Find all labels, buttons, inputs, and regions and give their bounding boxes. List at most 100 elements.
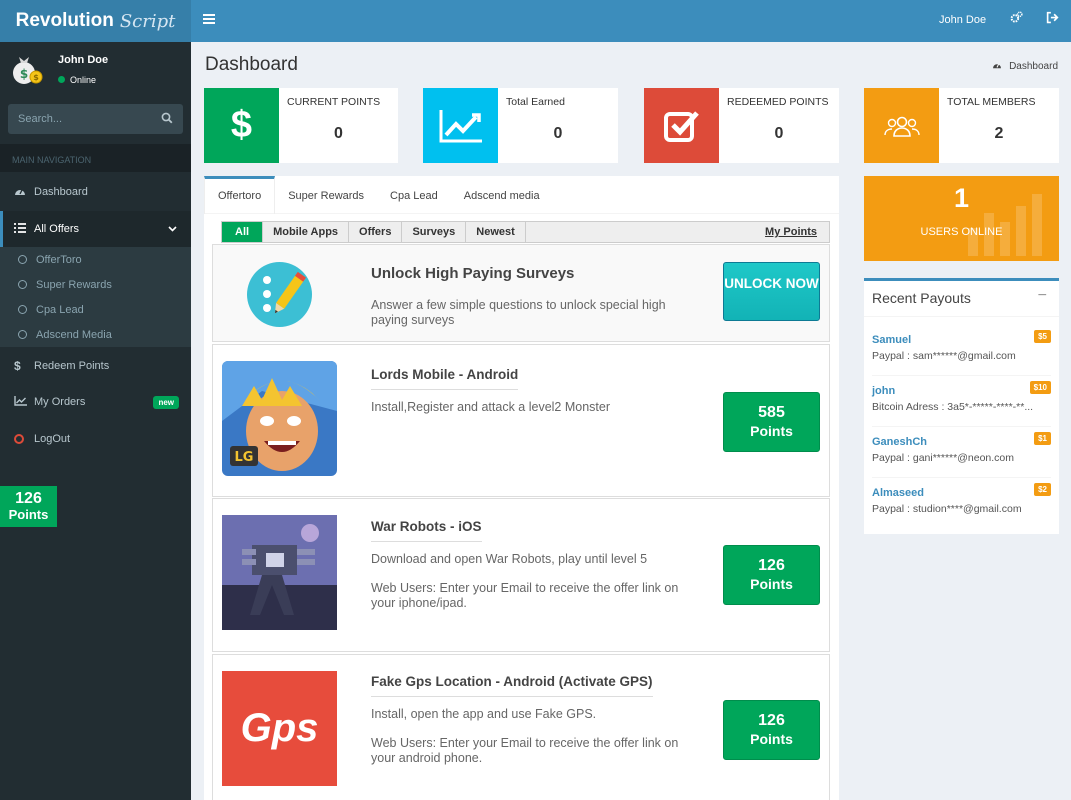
offer-description: Install, open the app and use Fake GPS. — [371, 707, 597, 721]
payout-item: Almaseed $2 Paypal : studion****@gmail.c… — [872, 478, 1051, 529]
unlock-now-button[interactable]: UNLOCK NOW — [723, 262, 820, 321]
offer-card: LG Lords Mobile - Android Install,Regist… — [212, 344, 830, 497]
my-points-link[interactable]: My Points — [765, 226, 817, 238]
payout-name[interactable]: GaneshCh — [872, 436, 927, 448]
points-label: Points — [8, 507, 49, 522]
brand-italic: Script — [119, 10, 176, 32]
offer-thumbnail[interactable]: LG — [222, 361, 337, 476]
offer-points-value: 585 — [758, 404, 785, 421]
stat-value: 2 — [994, 125, 1004, 142]
sidebar-item-label: My Orders — [34, 396, 86, 408]
payout-detail: Paypal : sam******@gmail.com — [872, 350, 1016, 362]
sign-out-icon[interactable] — [1046, 11, 1059, 27]
submenu-item-cpa-lead[interactable]: Cpa Lead — [0, 297, 191, 322]
tab-offertoro[interactable]: Offertoro — [204, 176, 276, 214]
circle-icon — [18, 255, 27, 264]
offer-thumbnail-text: Gps — [240, 706, 319, 750]
tab-cpa-lead[interactable]: Cpa Lead — [377, 176, 451, 214]
submenu-item-super-rewards[interactable]: Super Rewards — [0, 272, 191, 297]
filter-surveys-button[interactable]: Surveys — [402, 222, 467, 242]
submenu-item-adscend-media[interactable]: Adscend Media — [0, 322, 191, 347]
users-online-label: USERS ONLINE — [920, 226, 1003, 238]
sidebar-item-label: Dashboard — [34, 186, 88, 198]
sidebar-item-dashboard[interactable]: Dashboard — [0, 174, 191, 210]
circle-icon — [18, 305, 27, 314]
stat-value: 0 — [553, 125, 563, 142]
sidebar-item-logout[interactable]: LogOut — [0, 421, 191, 457]
list-icon — [14, 222, 34, 236]
recent-payouts-box: Recent Payouts − Samuel $5 Paypal : sam**… — [864, 278, 1059, 534]
payout-amount: $2 — [1034, 483, 1051, 496]
sidebar-points-badge: 126 Points — [0, 486, 57, 527]
filter-all-button[interactable]: All — [222, 222, 264, 242]
breadcrumb-label: Dashboard — [1009, 61, 1058, 72]
brand-bold: Revolution — [15, 10, 114, 31]
sidebar-search — [8, 104, 183, 134]
circle-icon — [18, 280, 27, 289]
breadcrumb[interactable]: Dashboard — [992, 61, 1058, 72]
user-status-text: Online — [70, 75, 97, 85]
filter-newest-button[interactable]: Newest — [466, 222, 526, 242]
submenu-item-offertoro[interactable]: OfferToro — [0, 247, 191, 272]
offer-tabs: Offertoro Super Rewards Cpa Lead Adscend… — [204, 176, 839, 214]
offer-title: Lords Mobile - Android — [371, 367, 519, 390]
sidebar-item-label: Redeem Points — [34, 360, 110, 372]
stat-label: CURRENT POINTS — [287, 96, 381, 108]
sidebar-item-all-offers[interactable]: All Offers — [0, 211, 191, 247]
offer-points-button[interactable]: 585 Points — [723, 392, 820, 452]
submenu-label: OfferToro — [36, 253, 82, 266]
new-badge: new — [153, 395, 179, 409]
payout-detail: Bitcoin Adress : 3a5*-*****-****-**... — [872, 401, 1034, 413]
user-avatar: $ $ — [10, 52, 44, 86]
payout-amount: $5 — [1034, 330, 1051, 343]
sidebar-item-my-orders[interactable]: My Orders new — [0, 384, 191, 420]
sidebar-item-redeem-points[interactable]: $ Redeem Points — [0, 348, 191, 384]
payout-amount: $10 — [1029, 381, 1051, 394]
brand-logo[interactable]: Revolution Script — [0, 0, 191, 42]
filter-offers-button[interactable]: Offers — [349, 222, 403, 242]
stat-total-earned: Total Earned 0 — [423, 88, 618, 163]
svg-text:LG: LG — [235, 450, 254, 465]
submenu-label: Cpa Lead — [36, 303, 84, 316]
payout-name[interactable]: Samuel — [872, 334, 911, 346]
tab-super-rewards[interactable]: Super Rewards — [275, 176, 377, 214]
svg-text:$: $ — [20, 67, 28, 81]
filter-mobile-apps-button[interactable]: Mobile Apps — [263, 222, 350, 242]
offers-panel: Offertoro Super Rewards Cpa Lead Adscend… — [204, 176, 839, 800]
payout-name[interactable]: Almaseed — [872, 487, 924, 499]
dollar-icon: $ — [14, 359, 21, 373]
circle-icon — [14, 434, 24, 444]
offer-points-value: 126 — [758, 712, 785, 729]
collapse-icon[interactable]: − — [1038, 287, 1047, 305]
offer-title: War Robots - iOS — [371, 519, 482, 542]
tab-adscend-media[interactable]: Adscend media — [451, 176, 553, 214]
page-title: Dashboard — [205, 54, 298, 75]
users-online-box: 1 USERS ONLINE — [864, 176, 1059, 261]
cogs-icon[interactable] — [1010, 11, 1023, 27]
offer-thumbnail[interactable]: Gps — [222, 671, 337, 786]
offer-thumbnail[interactable] — [222, 515, 337, 630]
search-input[interactable] — [18, 113, 148, 125]
survey-title: Unlock High Paying Surveys — [371, 265, 575, 282]
chevron-down-icon — [168, 224, 177, 234]
line-chart-icon — [14, 395, 34, 409]
nav-header: MAIN NAVIGATION — [0, 144, 191, 172]
payout-name[interactable]: john — [872, 385, 895, 397]
menu-toggle-icon[interactable] — [203, 14, 215, 24]
search-icon[interactable] — [161, 112, 173, 127]
topbar-user[interactable]: John Doe — [939, 14, 986, 26]
submenu-label: Super Rewards — [36, 278, 112, 291]
offer-points-label: Points — [750, 423, 793, 439]
offer-points-button[interactable]: 126 Points — [723, 700, 820, 760]
payout-detail: Paypal : studion****@gmail.com — [872, 503, 1022, 515]
stat-label: TOTAL MEMBERS — [947, 96, 1036, 108]
offer-points-button[interactable]: 126 Points — [723, 545, 820, 605]
offer-web-note: Web Users: Enter your Email to receive t… — [371, 736, 679, 765]
survey-description: Answer a few simple questions to unlock … — [371, 298, 666, 327]
users-icon — [864, 88, 939, 163]
sidebar-item-label: All Offers — [34, 223, 80, 235]
points-value: 126 — [15, 490, 42, 507]
user-status: Online — [58, 75, 96, 85]
offer-description: Download and open War Robots, play until… — [371, 552, 648, 566]
offer-card: Gps Fake Gps Location - Android (Activat… — [212, 654, 830, 800]
